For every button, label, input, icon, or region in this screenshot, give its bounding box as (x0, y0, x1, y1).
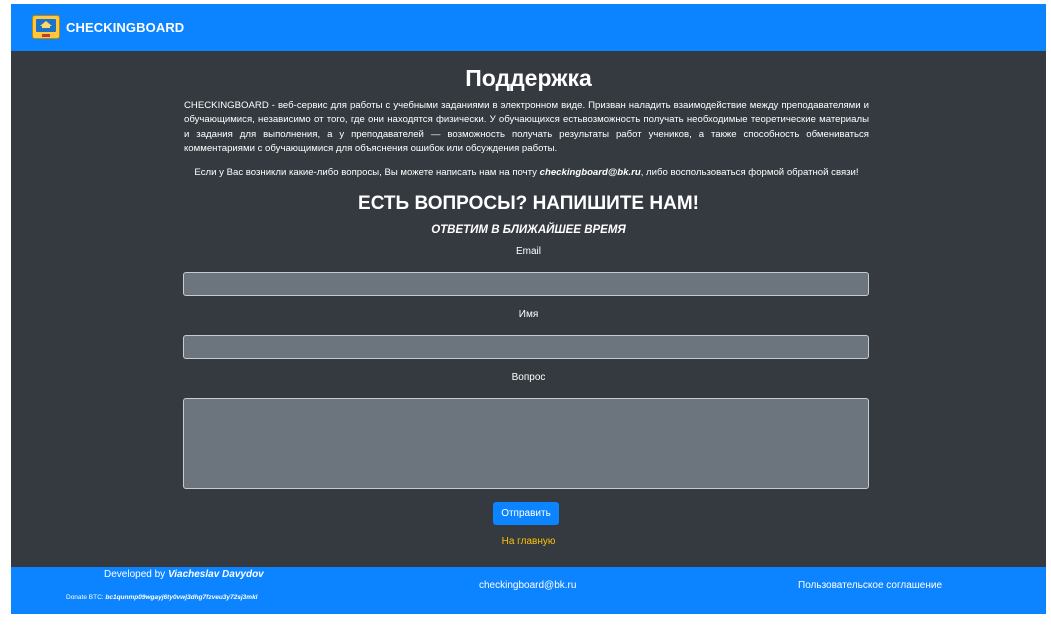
donate-info: Donate BTC: bc1qunmp09wgayj6ty0vwj3dhg7f… (66, 594, 257, 601)
footer-email-link[interactable]: checkingboard@bk.ru (479, 580, 576, 591)
footer: Developed by Viacheslav Davydov Donate B… (11, 567, 1046, 614)
brand-link[interactable]: CHECKINGBOARD (32, 13, 184, 41)
question-label: Вопрос (511, 372, 546, 383)
navbar: CHECKINGBOARD (11, 4, 1046, 51)
page-frame: CHECKINGBOARD Поддержка CHECKINGBOARD - … (11, 4, 1046, 614)
question-textarea[interactable] (183, 398, 869, 489)
contact-text-after: , либо воспользоваться формой обратной с… (640, 167, 859, 178)
email-field[interactable] (183, 272, 869, 296)
brand-name: CHECKINGBOARD (66, 19, 185, 35)
developer-credit: Developed by Viacheslav Davydov (104, 569, 264, 580)
contact-info: Если у Вас возникли какие-либо вопросы, … (184, 167, 869, 178)
terms-link[interactable]: Пользовательское соглашение (798, 580, 942, 591)
page-title: Поддержка (465, 65, 592, 91)
monitor-graduation-cap-icon (32, 15, 60, 39)
donate-label: Donate BTC: (66, 594, 106, 601)
email-label: Email (515, 246, 541, 257)
contact-email: checkingboard@bk.ru (539, 167, 641, 178)
contact-text-before: Если у Вас возникли какие-либо вопросы, … (194, 167, 540, 178)
developer-name: Viacheslav Davydov (167, 569, 264, 580)
submit-button[interactable]: Отправить (493, 502, 559, 525)
developed-by-text: Developed by (104, 569, 168, 580)
name-field[interactable] (183, 335, 869, 359)
form-subheading: ОТВЕТИМ В БЛИЖАЙШЕЕ ВРЕМЯ (431, 224, 626, 236)
form-heading: ЕСТЬ ВОПРОСЫ? НАПИШИТЕ НАМ! (358, 193, 699, 214)
name-label: Имя (518, 309, 539, 320)
donate-address: bc1qunmp09wgayj6ty0vwj3dhg7fzveu3y72sj3m… (105, 594, 258, 601)
service-description: CHECKINGBOARD - веб-сервис для работы с … (184, 100, 869, 154)
home-link[interactable]: На главную (11, 536, 1046, 547)
